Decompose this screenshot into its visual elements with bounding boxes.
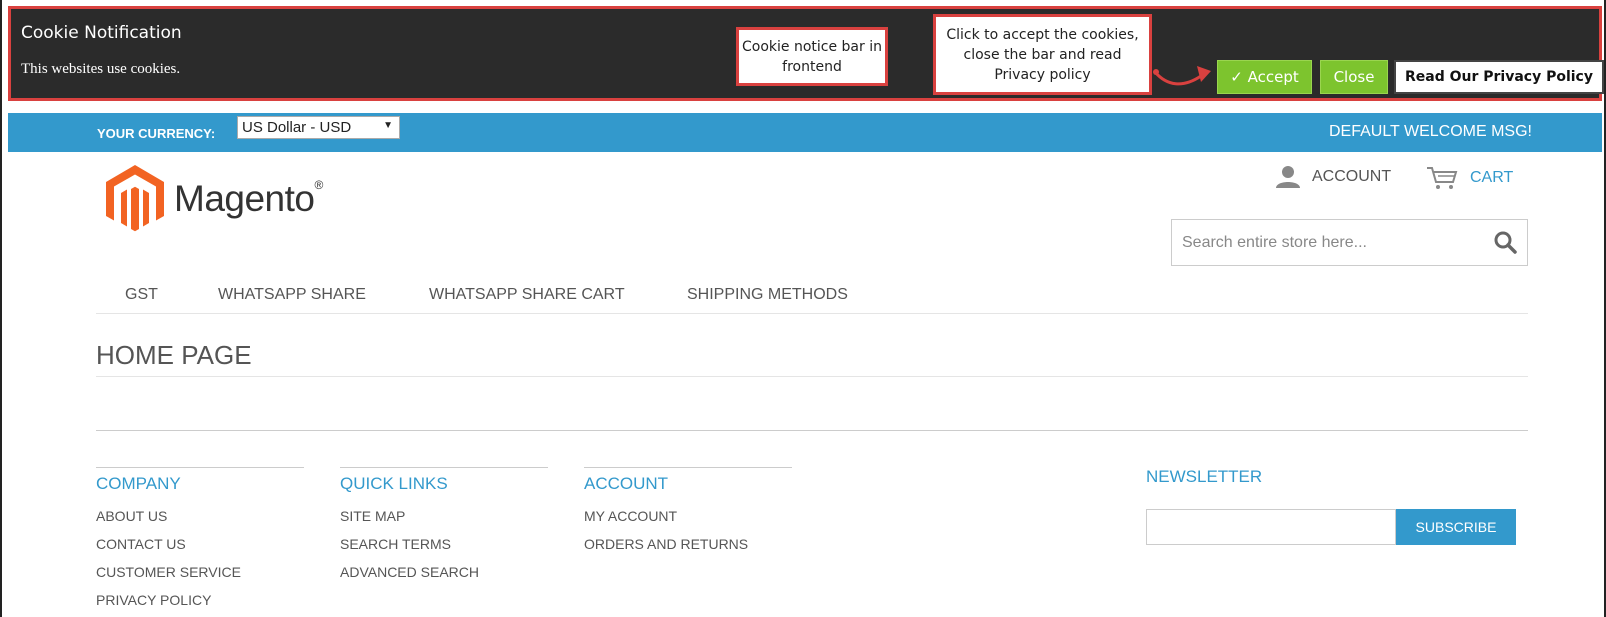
divider xyxy=(96,376,1528,377)
cart-label: CART xyxy=(1470,169,1514,186)
footer-column-account: ACCOUNT MY ACCOUNT ORDERS AND RETURNS xyxy=(584,467,792,552)
nav-item-gst[interactable]: GST xyxy=(125,286,158,304)
main-nav: GST WHATSAPP SHARE WHATSAPP SHARE CART S… xyxy=(96,284,1528,314)
logo-registered-mark: ® xyxy=(314,178,324,192)
footer-link-customer-service[interactable]: CUSTOMER SERVICE xyxy=(96,564,304,580)
search-box xyxy=(1171,219,1528,266)
site-logo[interactable]: Magento® xyxy=(106,165,323,233)
footer-link-my-account[interactable]: MY ACCOUNT xyxy=(584,508,792,524)
caret-down-icon: ▼ xyxy=(383,120,393,131)
footer-link-about-us[interactable]: ABOUT US xyxy=(96,508,304,524)
annotation-buttons-text: Click to accept the cookies, close the b… xyxy=(946,26,1139,83)
accept-button[interactable]: ✓ Accept xyxy=(1217,60,1312,94)
privacy-policy-button[interactable]: Read Our Privacy Policy xyxy=(1394,60,1604,94)
annotation-cookie-bar-text: Cookie notice bar in frontend xyxy=(742,38,882,75)
footer-column-quick-links: QUICK LINKS SITE MAP SEARCH TERMS ADVANC… xyxy=(340,467,548,580)
footer-column-company: COMPANY ABOUT US CONTACT US CUSTOMER SER… xyxy=(96,467,304,608)
header-top-strip: YOUR CURRENCY: US Dollar - USD ▼ DEFAULT… xyxy=(8,113,1602,152)
cart-icon xyxy=(1427,167,1458,189)
search-icon[interactable] xyxy=(1493,230,1517,254)
newsletter-block: NEWSLETTER SUBSCRIBE xyxy=(1146,467,1516,545)
nav-item-whatsapp-share[interactable]: WHATSAPP SHARE xyxy=(218,286,366,304)
newsletter-email-input[interactable] xyxy=(1146,509,1396,545)
currency-value: US Dollar - USD xyxy=(242,119,352,136)
user-icon xyxy=(1276,166,1300,188)
subscribe-button[interactable]: SUBSCRIBE xyxy=(1396,509,1516,545)
footer-link-privacy-policy[interactable]: PRIVACY POLICY xyxy=(96,592,304,608)
nav-item-shipping-methods[interactable]: SHIPPING METHODS xyxy=(687,286,848,304)
close-button[interactable]: Close xyxy=(1320,60,1388,94)
footer-link-contact-us[interactable]: CONTACT US xyxy=(96,536,304,552)
annotation-cookie-bar: Cookie notice bar in frontend xyxy=(736,27,888,86)
cart-link[interactable]: CART xyxy=(1426,166,1513,190)
nav-item-whatsapp-share-cart[interactable]: WHATSAPP SHARE CART xyxy=(429,286,625,304)
footer-heading: ACCOUNT xyxy=(584,474,669,493)
magento-logo-icon xyxy=(106,165,164,232)
newsletter-heading: NEWSLETTER xyxy=(1146,467,1263,486)
account-label: ACCOUNT xyxy=(1312,168,1392,185)
divider xyxy=(96,430,1528,431)
search-input[interactable] xyxy=(1172,220,1472,265)
cookie-message: This websites use cookies. xyxy=(21,61,181,77)
account-link[interactable]: ACCOUNT xyxy=(1276,166,1391,188)
footer-link-advanced-search[interactable]: ADVANCED SEARCH xyxy=(340,564,548,580)
annotation-arrow-icon xyxy=(1153,66,1211,86)
logo-text: Magento® xyxy=(174,178,324,219)
footer-link-search-terms[interactable]: SEARCH TERMS xyxy=(340,536,548,552)
currency-label: YOUR CURRENCY: xyxy=(97,126,216,141)
annotation-buttons: Click to accept the cookies, close the b… xyxy=(933,14,1152,95)
page-title: HOME PAGE xyxy=(96,340,252,370)
currency-select[interactable]: US Dollar - USD ▼ xyxy=(237,116,400,139)
cookie-title: Cookie Notification xyxy=(21,23,182,43)
footer-link-site-map[interactable]: SITE MAP xyxy=(340,508,548,524)
footer-link-orders-and-returns[interactable]: ORDERS AND RETURNS xyxy=(584,536,792,552)
footer-heading: QUICK LINKS xyxy=(340,474,448,493)
footer-heading: COMPANY xyxy=(96,474,181,493)
welcome-message: DEFAULT WELCOME MSG! xyxy=(1329,123,1532,140)
